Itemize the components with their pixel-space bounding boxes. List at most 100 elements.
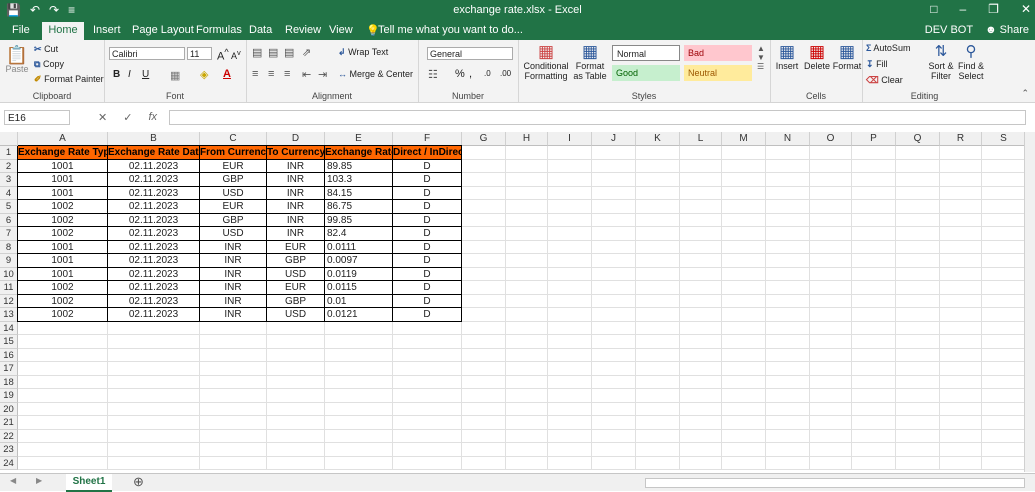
empty-cell[interactable] [940,240,982,254]
empty-cell[interactable] [18,375,108,389]
empty-cell[interactable] [462,213,506,227]
tab-insert[interactable]: Insert [93,24,121,36]
empty-cell[interactable] [506,389,548,403]
empty-cell[interactable] [680,200,722,214]
underline-icon[interactable]: U [142,69,149,80]
empty-cell[interactable] [462,281,506,295]
table-cell[interactable]: GBP [267,294,325,308]
empty-cell[interactable] [982,429,1026,443]
empty-cell[interactable] [940,335,982,349]
empty-cell[interactable] [200,321,267,335]
empty-cell[interactable] [940,227,982,241]
empty-cell[interactable] [18,456,108,470]
bold-icon[interactable]: B [113,69,120,80]
empty-cell[interactable] [506,429,548,443]
empty-cell[interactable] [896,173,940,187]
table-cell[interactable]: INR [200,240,267,254]
table-cell[interactable]: EUR [200,200,267,214]
fill-color-icon[interactable]: ◈ [200,68,208,81]
empty-cell[interactable] [896,254,940,268]
empty-cell[interactable] [810,146,852,160]
empty-cell[interactable] [982,159,1026,173]
align-right-icon[interactable]: ≡ [284,68,290,80]
empty-cell[interactable] [18,321,108,335]
table-cell[interactable]: 1002 [18,281,108,295]
table-cell[interactable]: 82.4 [325,227,393,241]
empty-cell[interactable] [896,389,940,403]
table-cell[interactable]: INR [200,294,267,308]
empty-cell[interactable] [325,429,393,443]
empty-cell[interactable] [200,402,267,416]
empty-cell[interactable] [200,429,267,443]
empty-cell[interactable] [506,186,548,200]
empty-cell[interactable] [680,308,722,322]
table-cell[interactable]: D [393,308,462,322]
empty-cell[interactable] [722,227,766,241]
empty-cell[interactable] [852,281,896,295]
decrease-decimal-icon[interactable]: .00 [500,69,511,78]
currency-icon[interactable]: ☷ [428,68,438,81]
empty-cell[interactable] [940,294,982,308]
empty-cell[interactable] [896,456,940,470]
align-top-icon[interactable]: ▤ [252,46,262,59]
empty-cell[interactable] [108,389,200,403]
empty-cell[interactable] [896,362,940,376]
empty-cell[interactable] [810,362,852,376]
empty-cell[interactable] [766,456,810,470]
table-cell[interactable]: D [393,200,462,214]
empty-cell[interactable] [982,146,1026,160]
align-left-icon[interactable]: ≡ [252,68,258,80]
empty-cell[interactable] [680,335,722,349]
shrink-font-icon[interactable]: Av [231,48,241,61]
empty-cell[interactable] [896,375,940,389]
table-cell[interactable]: EUR [200,159,267,173]
empty-cell[interactable] [680,173,722,187]
empty-cell[interactable] [325,335,393,349]
empty-cell[interactable] [982,375,1026,389]
empty-cell[interactable] [462,227,506,241]
row-header[interactable]: 7 [0,227,18,241]
empty-cell[interactable] [766,362,810,376]
empty-cell[interactable] [982,362,1026,376]
empty-cell[interactable] [636,335,680,349]
column-header[interactable]: E [325,132,393,146]
empty-cell[interactable] [896,402,940,416]
table-cell[interactable]: 99.85 [325,213,393,227]
empty-cell[interactable] [810,200,852,214]
empty-cell[interactable] [940,416,982,430]
table-cell[interactable]: 0.0097 [325,254,393,268]
empty-cell[interactable] [462,443,506,457]
empty-cell[interactable] [462,146,506,160]
tab-page-layout[interactable]: Page Layout [132,24,194,36]
empty-cell[interactable] [896,335,940,349]
empty-cell[interactable] [636,146,680,160]
empty-cell[interactable] [592,402,636,416]
empty-cell[interactable] [636,321,680,335]
empty-cell[interactable] [896,267,940,281]
empty-cell[interactable] [940,389,982,403]
row-header[interactable]: 5 [0,200,18,214]
empty-cell[interactable] [810,240,852,254]
empty-cell[interactable] [200,416,267,430]
empty-cell[interactable] [810,429,852,443]
empty-cell[interactable] [722,348,766,362]
empty-cell[interactable] [940,281,982,295]
empty-cell[interactable] [722,335,766,349]
table-cell[interactable]: INR [200,308,267,322]
empty-cell[interactable] [548,213,592,227]
empty-cell[interactable] [810,443,852,457]
empty-cell[interactable] [592,321,636,335]
row-header[interactable]: 20 [0,402,18,416]
empty-cell[interactable] [940,254,982,268]
empty-cell[interactable] [462,348,506,362]
empty-cell[interactable] [982,308,1026,322]
table-cell[interactable]: 1001 [18,159,108,173]
empty-cell[interactable] [393,416,462,430]
empty-cell[interactable] [852,200,896,214]
column-header[interactable]: C [200,132,267,146]
row-header[interactable]: 1 [0,146,18,160]
column-header[interactable]: K [636,132,680,146]
empty-cell[interactable] [325,375,393,389]
empty-cell[interactable] [810,281,852,295]
empty-cell[interactable] [592,281,636,295]
